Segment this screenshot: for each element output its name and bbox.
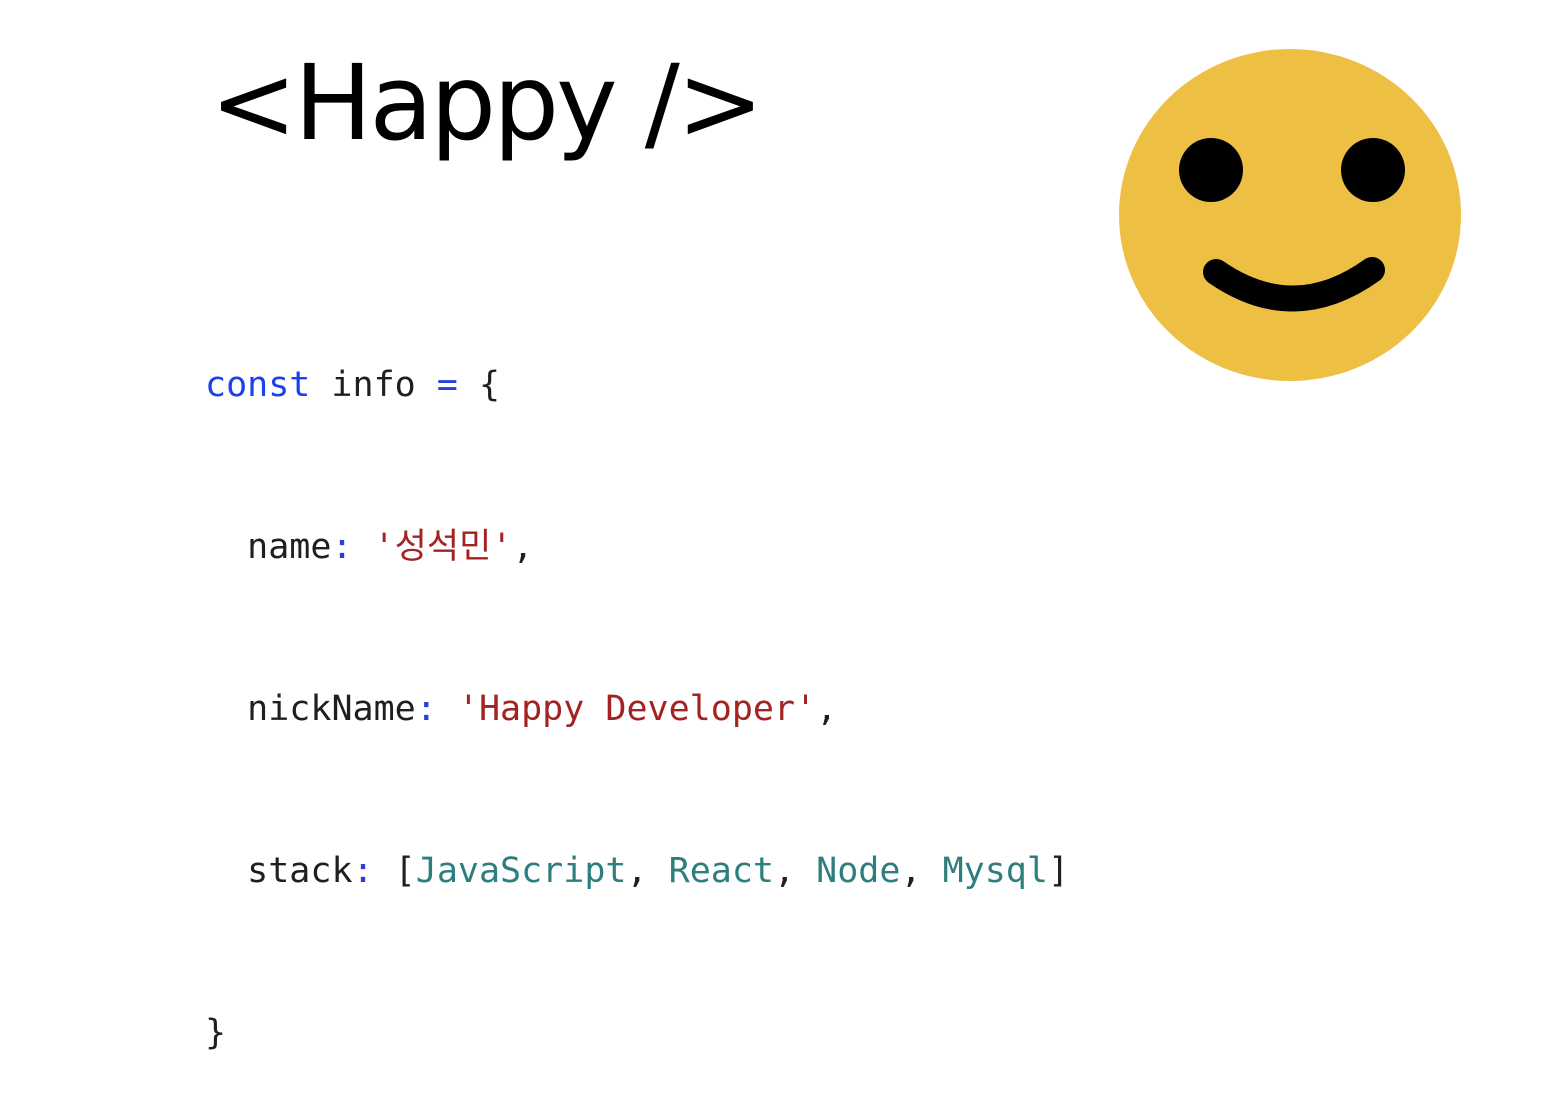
code-colon: : [331, 527, 353, 567]
code-assign-operator: = [436, 365, 458, 405]
smiley-left-eye-icon [1179, 138, 1243, 202]
code-key-name: name [247, 527, 332, 567]
code-separator: , [900, 851, 943, 891]
code-colon: : [352, 851, 374, 891]
code-line-1: const info = { [205, 358, 1069, 412]
code-comma: , [816, 689, 838, 729]
code-key-nickname: nickName [247, 689, 416, 729]
code-stack-item: Mysql [942, 851, 1048, 891]
code-keyword-const: const [205, 365, 311, 405]
code-line-5: } [205, 1006, 1069, 1060]
code-stack-item: JavaScript [415, 851, 627, 891]
code-stack-item: Node [816, 851, 901, 891]
code-block: const info = { name: '성석민', nickName: 'H… [205, 250, 1069, 1114]
smiley-right-eye-icon [1341, 138, 1405, 202]
code-stack-item: React [668, 851, 774, 891]
smiley-face-circle [1119, 49, 1461, 381]
code-value-nickname: 'Happy Developer' [457, 689, 817, 729]
code-close-brace: } [205, 1013, 227, 1053]
code-line-2: name: '성석민', [205, 520, 1069, 574]
code-value-name: '성석민' [373, 527, 513, 567]
code-separator: , [773, 851, 817, 891]
page-title: <Happy /> [210, 42, 764, 164]
code-variable-name: info [310, 365, 437, 405]
code-colon: : [415, 689, 437, 729]
code-line-3: nickName: 'Happy Developer', [205, 682, 1069, 736]
code-open-bracket: [ [373, 851, 416, 891]
code-close-bracket: ] [1047, 851, 1070, 891]
code-open-brace: { [457, 365, 501, 405]
smiley-face-icon [1119, 49, 1461, 381]
code-separator: , [626, 851, 669, 891]
code-comma: , [512, 527, 534, 567]
code-line-4: stack: [JavaScript, React, Node, Mysql] [205, 844, 1069, 898]
code-key-stack: stack [247, 851, 353, 891]
